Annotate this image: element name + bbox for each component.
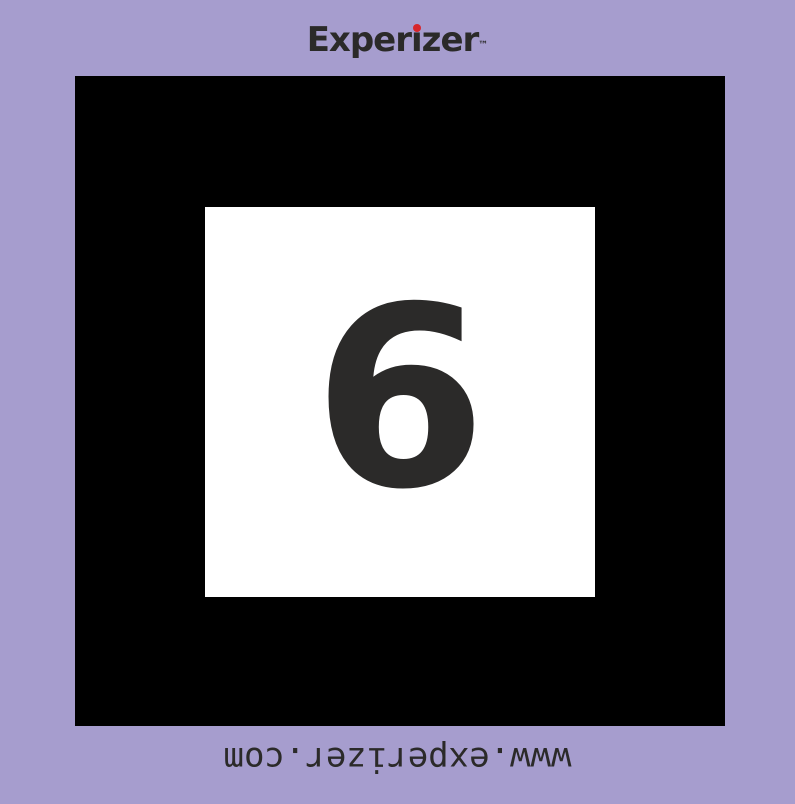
marker-number: 6: [313, 253, 487, 544]
logo-text-prefix: Exper: [306, 20, 412, 60]
logo-text-suffix: zer: [421, 20, 480, 60]
marker-inner-square: 6: [205, 207, 595, 597]
experizer-logo: Experı zer™: [0, 18, 795, 62]
logo-i-letter: ı: [411, 18, 423, 62]
trademark-symbol: ™: [478, 40, 489, 51]
marker-frame: 6: [75, 76, 725, 726]
website-url: www.experizer.com: [223, 739, 572, 779]
